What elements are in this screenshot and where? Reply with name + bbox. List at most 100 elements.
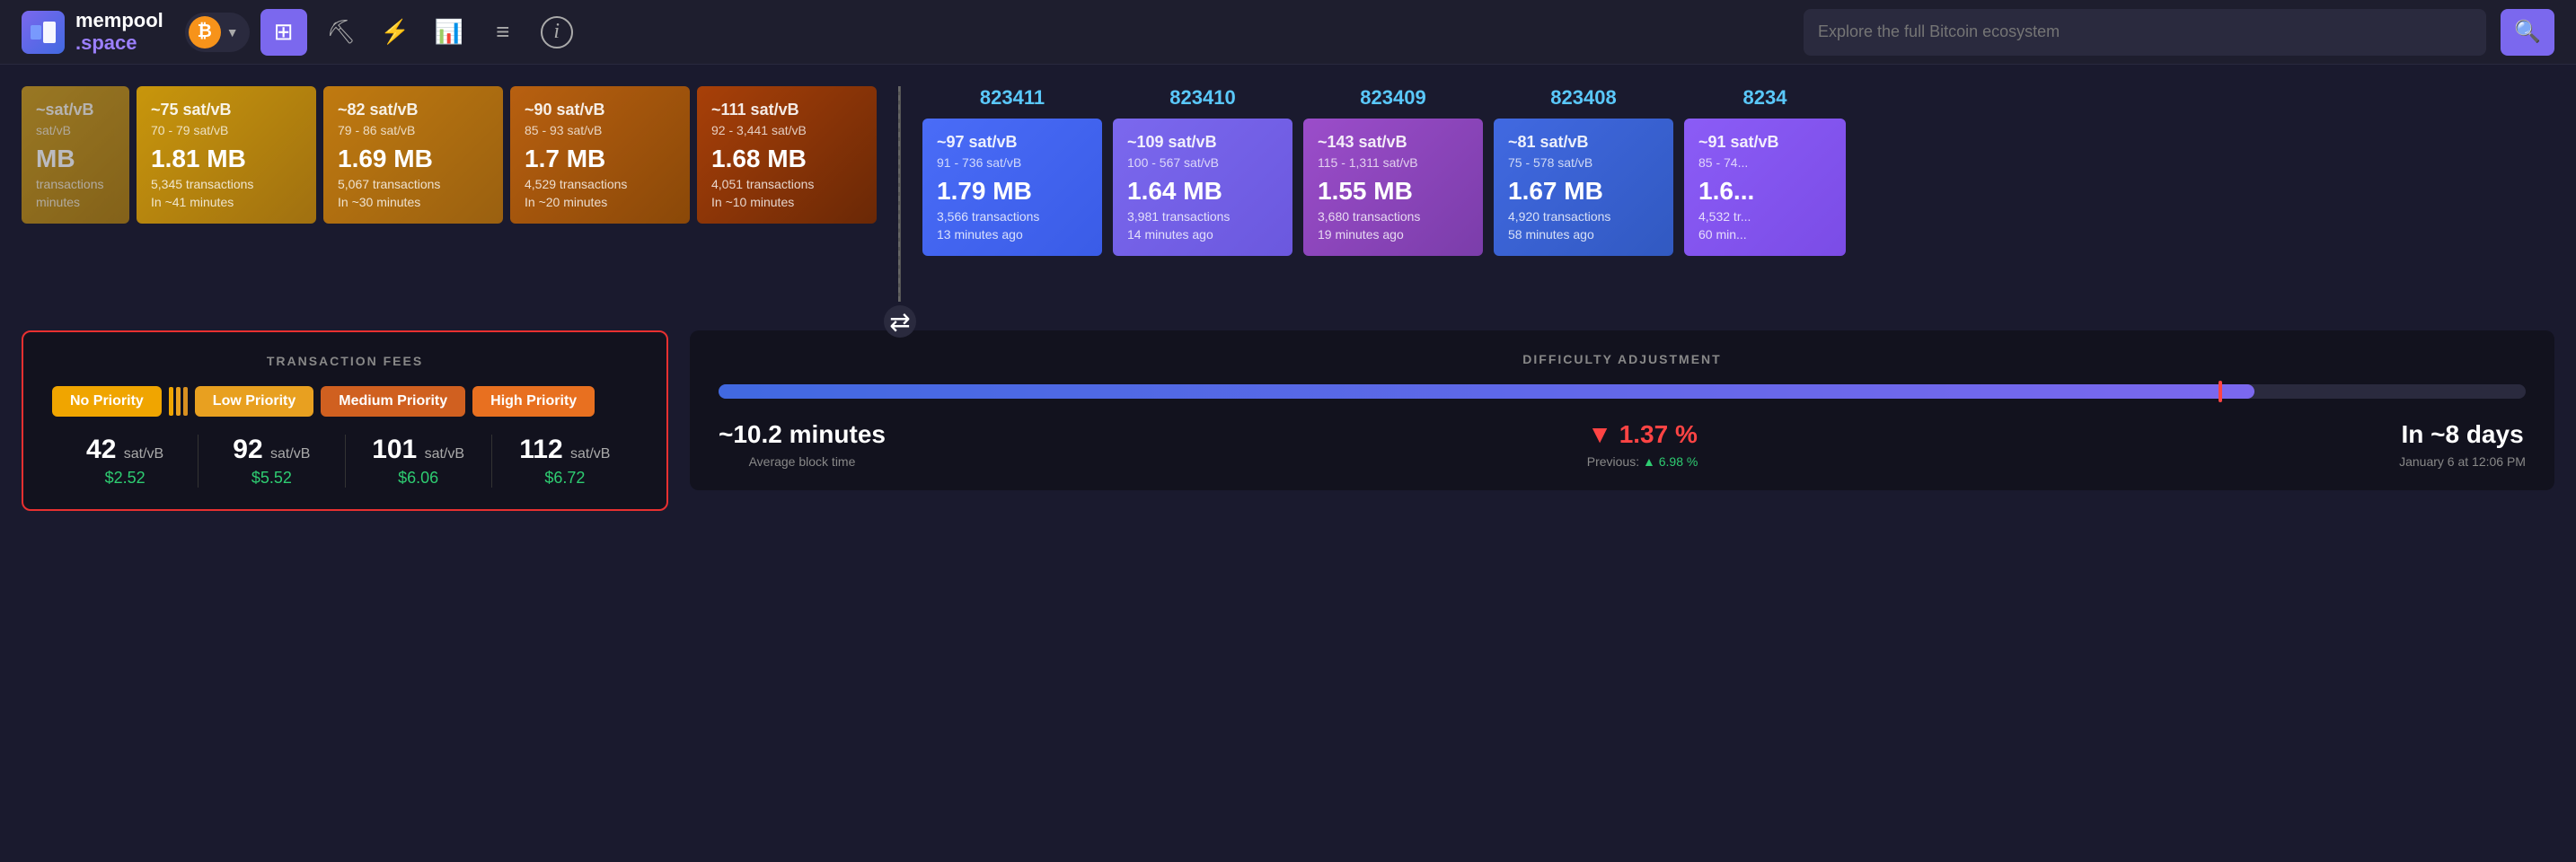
fees-values-row: 42 sat/vB $2.52 92 sat/vB $5.52 101 sat/… bbox=[52, 435, 638, 488]
block-size: 1.55 MB bbox=[1318, 177, 1469, 206]
divider-1 bbox=[169, 387, 173, 416]
btc-icon: ₿ bbox=[189, 16, 221, 48]
nav-charts-button[interactable]: 📊 bbox=[426, 9, 472, 56]
block-sat-label: ~90 sat/vB bbox=[525, 101, 675, 119]
difficulty-change-stat: ▼ 1.37 % Previous: ▲ 6.98 % bbox=[1587, 420, 1698, 469]
avg-block-time-stat: ~10.2 minutes Average block time bbox=[719, 420, 886, 469]
difficulty-marker bbox=[2219, 381, 2222, 402]
block-range: 75 - 578 sat/vB bbox=[1508, 155, 1659, 170]
block-range: 91 - 736 sat/vB bbox=[937, 155, 1088, 170]
previous-pct: ▲ 6.98 % bbox=[1643, 454, 1698, 469]
nav-dashboard-button[interactable]: ⊞ bbox=[260, 9, 307, 56]
block-txs: 3,566 transactions bbox=[937, 209, 1088, 224]
block-range: 100 - 567 sat/vB bbox=[1127, 155, 1278, 170]
mined-block-823408[interactable]: ~81 sat/vB 75 - 578 sat/vB 1.67 MB 4,920… bbox=[1494, 119, 1673, 256]
difficulty-stats: ~10.2 minutes Average block time ▼ 1.37 … bbox=[719, 420, 2526, 469]
block-time: 60 min... bbox=[1698, 227, 1831, 242]
block-txs: 4,532 tr... bbox=[1698, 209, 1831, 224]
lightning-icon: ⚡ bbox=[380, 18, 409, 46]
block-sat-label: ~111 sat/vB bbox=[711, 101, 862, 119]
btc-network-selector[interactable]: ₿ ▼ bbox=[185, 13, 250, 52]
mempool-block-0[interactable]: ~75 sat/vB 70 - 79 sat/vB 1.81 MB 5,345 … bbox=[137, 86, 316, 224]
difficulty-progress-fill bbox=[719, 384, 2254, 399]
logo-text: mempool .space bbox=[75, 10, 163, 53]
mined-blocks: 823411 ~97 sat/vB 91 - 736 sat/vB 1.79 M… bbox=[922, 86, 1846, 256]
fee-col-low: 92 sat/vB $5.52 bbox=[198, 435, 344, 488]
low-priority-button[interactable]: Low Priority bbox=[195, 386, 313, 417]
next-adjustment-label: January 6 at 12:06 PM bbox=[2399, 454, 2526, 469]
divider-3 bbox=[183, 387, 188, 416]
difficulty-change-value: ▼ 1.37 % bbox=[1587, 420, 1698, 449]
logo-mempool: mempool bbox=[75, 10, 163, 31]
block-txs: transactions bbox=[36, 177, 115, 191]
divider-2 bbox=[176, 387, 181, 416]
block-number-8234: 8234 bbox=[1743, 86, 1787, 110]
block-txs: 4,529 transactions bbox=[525, 177, 675, 191]
block-size: 1.7 MB bbox=[525, 145, 675, 173]
docs-icon: ≡ bbox=[496, 18, 509, 46]
mined-block-group-3: 823408 ~81 sat/vB 75 - 578 sat/vB 1.67 M… bbox=[1494, 86, 1673, 256]
logo-area: mempool .space bbox=[22, 10, 163, 53]
no-priority-button[interactable]: No Priority bbox=[52, 386, 162, 417]
pickaxe-icon: ⛏ bbox=[326, 18, 356, 46]
difficulty-adjustment-panel: DIFFICULTY ADJUSTMENT ~10.2 minutes Aver… bbox=[690, 330, 2554, 490]
block-range: 85 - 74... bbox=[1698, 155, 1831, 170]
block-size: 1.81 MB bbox=[151, 145, 302, 173]
block-size: 1.68 MB bbox=[711, 145, 862, 173]
block-txs: 4,051 transactions bbox=[711, 177, 862, 191]
block-range: 115 - 1,311 sat/vB bbox=[1318, 155, 1469, 170]
difficulty-progress-bar bbox=[719, 384, 2526, 399]
mined-block-823409[interactable]: ~143 sat/vB 115 - 1,311 sat/vB 1.55 MB 3… bbox=[1303, 119, 1483, 256]
chevron-down-icon: ▼ bbox=[226, 25, 239, 40]
block-range: 85 - 93 sat/vB bbox=[525, 123, 675, 137]
mempool-block-1[interactable]: ~82 sat/vB 79 - 86 sat/vB 1.69 MB 5,067 … bbox=[323, 86, 503, 224]
info-icon: i bbox=[541, 16, 573, 48]
block-time: 58 minutes ago bbox=[1508, 227, 1659, 242]
block-sat-label: ~sat/vB bbox=[36, 101, 115, 119]
fee-col-high: 112 sat/vB $6.72 bbox=[492, 435, 638, 488]
block-number-823408: 823408 bbox=[1550, 86, 1616, 110]
block-number-823411: 823411 bbox=[980, 86, 1045, 110]
block-size: MB bbox=[36, 145, 115, 173]
high-priority-button[interactable]: High Priority bbox=[472, 386, 595, 417]
search-button[interactable]: 🔍 bbox=[2501, 9, 2554, 56]
block-sat-label: ~82 sat/vB bbox=[338, 101, 489, 119]
next-adjustment-value: In ~8 days bbox=[2401, 420, 2523, 449]
mempool-block-3[interactable]: ~111 sat/vB 92 - 3,441 sat/vB 1.68 MB 4,… bbox=[697, 86, 877, 224]
mempool-blocks: ~sat/vB sat/vB MB transactions minutes ~… bbox=[22, 86, 877, 224]
nav-mining-button[interactable]: ⛏ bbox=[318, 9, 365, 56]
fee-col-no-priority: 42 sat/vB $2.52 bbox=[52, 435, 198, 488]
block-size: 1.6... bbox=[1698, 177, 1831, 206]
block-txs: 5,345 transactions bbox=[151, 177, 302, 191]
nav-lightning-button[interactable]: ⚡ bbox=[372, 9, 419, 56]
block-time: 14 minutes ago bbox=[1127, 227, 1278, 242]
mined-block-823410[interactable]: ~109 sat/vB 100 - 567 sat/vB 1.64 MB 3,9… bbox=[1113, 119, 1292, 256]
mined-block-group-2: 823409 ~143 sat/vB 115 - 1,311 sat/vB 1.… bbox=[1303, 86, 1483, 256]
block-sat-label: ~91 sat/vB bbox=[1698, 133, 1831, 152]
logo-icon bbox=[22, 11, 65, 54]
mined-block-823411[interactable]: ~97 sat/vB 91 - 736 sat/vB 1.79 MB 3,566… bbox=[922, 119, 1102, 256]
nav-docs-button[interactable]: ≡ bbox=[480, 9, 526, 56]
swap-icon: ⇄ bbox=[884, 305, 916, 338]
mempool-block-partial[interactable]: ~sat/vB sat/vB MB transactions minutes bbox=[22, 86, 129, 224]
block-size: 1.69 MB bbox=[338, 145, 489, 173]
mined-block-group-0: 823411 ~97 sat/vB 91 - 736 sat/vB 1.79 M… bbox=[922, 86, 1102, 256]
medium-priority-button[interactable]: Medium Priority bbox=[321, 386, 465, 417]
mempool-block-2[interactable]: ~90 sat/vB 85 - 93 sat/vB 1.7 MB 4,529 t… bbox=[510, 86, 690, 224]
main-content: ~sat/vB sat/vB MB transactions minutes ~… bbox=[0, 65, 2576, 511]
mined-block-8234[interactable]: ~91 sat/vB 85 - 74... 1.6... 4,532 tr...… bbox=[1684, 119, 1846, 256]
block-time: In ~10 minutes bbox=[711, 195, 862, 209]
block-sat-label: ~109 sat/vB bbox=[1127, 133, 1278, 152]
nav-info-button[interactable]: i bbox=[534, 9, 580, 56]
search-input[interactable] bbox=[1818, 22, 2472, 41]
fee-col-medium: 101 sat/vB $6.06 bbox=[346, 435, 491, 488]
transaction-fees-panel: TRANSACTION FEES No Priority Low Priorit… bbox=[22, 330, 668, 511]
fees-title: TRANSACTION FEES bbox=[52, 354, 638, 368]
mined-block-group-1: 823410 ~109 sat/vB 100 - 567 sat/vB 1.64… bbox=[1113, 86, 1292, 256]
search-bar bbox=[1804, 9, 2486, 56]
block-sat-label: ~81 sat/vB bbox=[1508, 133, 1659, 152]
fee-usd-med: $6.06 bbox=[398, 469, 438, 488]
block-range: sat/vB bbox=[36, 123, 115, 137]
block-time: In ~41 minutes bbox=[151, 195, 302, 209]
mempool-divider: ⇄ bbox=[898, 86, 901, 302]
